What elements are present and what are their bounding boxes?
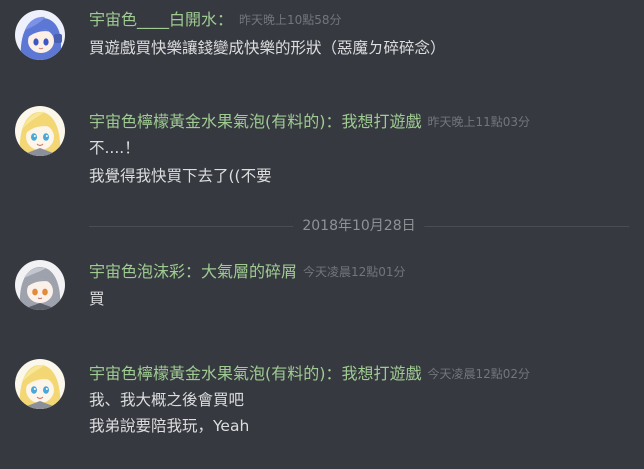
- timestamp[interactable]: 昨天晚上10點58分: [239, 13, 342, 27]
- gray-hair-avatar-icon: [15, 260, 65, 310]
- blue-hair-avatar-icon: [15, 10, 65, 60]
- avatar[interactable]: [15, 106, 65, 156]
- message-text: 我弟說要陪我玩，Yeah: [89, 417, 250, 435]
- username[interactable]: 宇宙色檸檬黃金水果氣泡(有料的)：我想打遊戲: [89, 112, 422, 131]
- username[interactable]: 宇宙色____白開水：: [89, 10, 233, 29]
- message-header: 宇宙色檸檬黃金水果氣泡(有料的)：我想打遊戲 今天凌晨12點02分: [89, 362, 530, 386]
- message-text: 買: [89, 290, 105, 308]
- username[interactable]: 宇宙色檸檬黃金水果氣泡(有料的)：我想打遊戲: [89, 364, 422, 383]
- chat-messages: 宇宙色____白開水： 昨天晚上10點58分 買遊戲買快樂讓錢變成快樂的形狀（惡魔…: [0, 0, 644, 469]
- divider-date: 2018年10月28日: [293, 214, 425, 238]
- timestamp[interactable]: 今天凌晨12點02分: [428, 367, 531, 381]
- username[interactable]: 宇宙色泡沫彩：大氣層的碎屑: [89, 262, 297, 281]
- message-header: 宇宙色泡沫彩：大氣層的碎屑 今天凌晨12點01分: [89, 260, 406, 284]
- avatar[interactable]: [15, 10, 65, 60]
- message-text: 我覺得我快買下去了((不要: [89, 167, 272, 185]
- timestamp[interactable]: 今天凌晨12點01分: [303, 265, 406, 279]
- avatar[interactable]: [15, 260, 65, 310]
- date-divider: 2018年10月28日: [89, 214, 629, 238]
- message-header: 宇宙色____白開水： 昨天晚上10點58分: [89, 8, 342, 32]
- message-text: 我、我大概之後會買吧: [89, 391, 245, 409]
- blonde-hair-avatar-icon: [15, 106, 65, 156]
- avatar[interactable]: [15, 359, 65, 409]
- message-text: 買遊戲買快樂讓錢變成快樂的形狀（惡魔ㄉ碎碎念）: [89, 39, 446, 57]
- blonde-hair-avatar-icon: [15, 359, 65, 409]
- message-text: 不....！: [89, 139, 140, 157]
- timestamp[interactable]: 昨天晚上11點03分: [428, 115, 531, 129]
- message-header: 宇宙色檸檬黃金水果氣泡(有料的)：我想打遊戲 昨天晚上11點03分: [89, 110, 530, 134]
